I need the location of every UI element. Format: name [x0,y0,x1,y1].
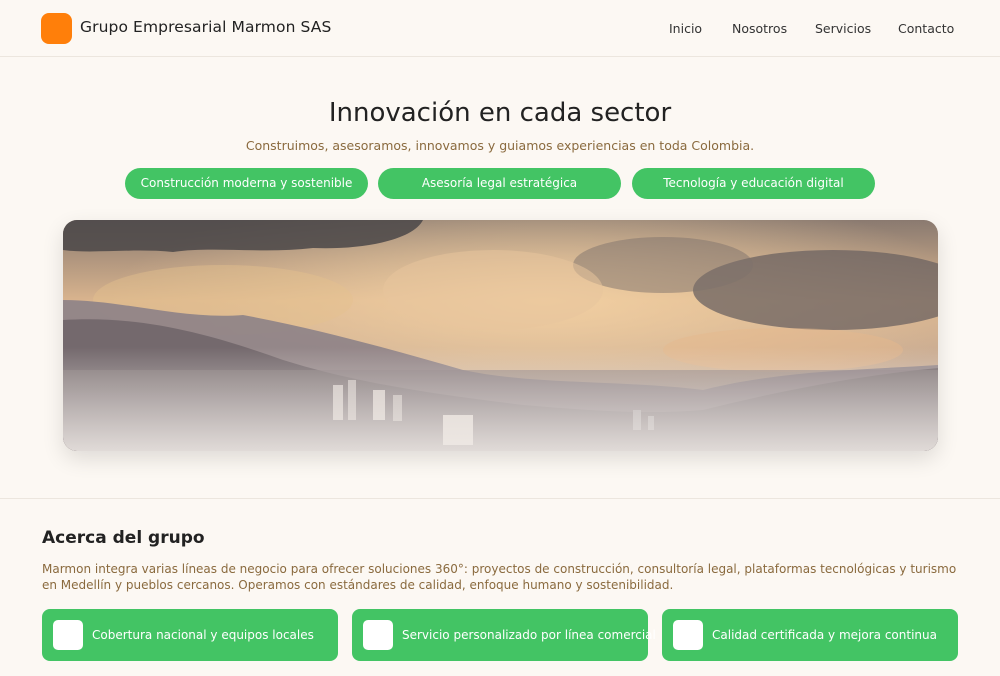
about-description: Marmon integra varias líneas de negocio … [42,562,957,592]
pill-technology[interactable]: Tecnología y educación digital [632,168,875,199]
hero-banner-image [63,220,938,451]
pill-construction[interactable]: Construcción moderna y sostenible [125,168,368,199]
about-title: Acerca del grupo [42,528,205,548]
feature-icon [673,620,703,650]
pill-legal[interactable]: Asesoría legal estratégica [378,168,621,199]
hero-subtitle: Construimos, asesoramos, innovamos y gui… [245,138,755,153]
feature-label: Cobertura nacional y equipos locales [92,628,314,642]
section-divider [0,498,1000,499]
panoramic-city-mountains-clouds-image [63,220,938,451]
logo-square-icon[interactable] [41,13,72,44]
nav-link-contacto[interactable]: Contacto [898,21,954,36]
top-navigation-bar: Grupo Empresarial Marmon SAS Inicio Noso… [0,0,1000,57]
hero-title: Innovación en cada sector [328,98,672,128]
brand-name[interactable]: Grupo Empresarial Marmon SAS [80,18,331,36]
nav-link-servicios[interactable]: Servicios [815,21,871,36]
feature-label: Calidad certificada y mejora continua [712,628,937,642]
nav-link-inicio[interactable]: Inicio [669,21,702,36]
feature-icon [53,620,83,650]
feature-label: Servicio personalizado por línea comerci… [402,628,656,642]
feature-icon [363,620,393,650]
feature-card-quality[interactable]: Calidad certificada y mejora continua [662,609,958,661]
feature-card-coverage[interactable]: Cobertura nacional y equipos locales [42,609,338,661]
nav-link-nosotros[interactable]: Nosotros [732,21,787,36]
feature-card-personalized[interactable]: Servicio personalizado por línea comerci… [352,609,656,661]
